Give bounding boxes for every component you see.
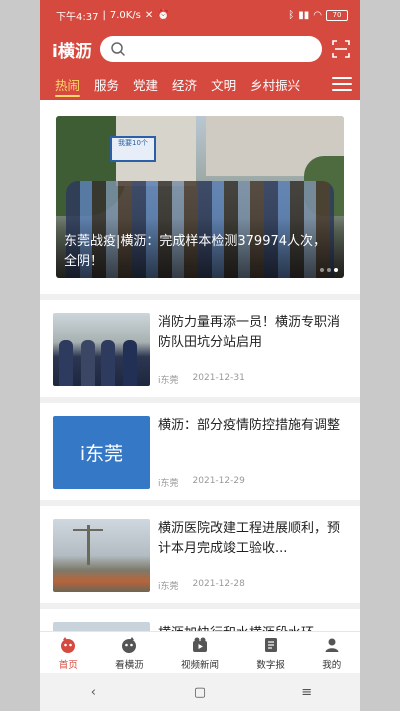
bluetooth-icon: ᛒ	[288, 9, 295, 21]
mute-icon: ✕	[144, 9, 154, 21]
news-source: i东莞	[158, 479, 179, 489]
nav-label: 看横沥	[115, 659, 144, 671]
news-source: i东莞	[158, 582, 179, 592]
news-item[interactable]: 消防力量再添一员！横沥专职消防队田坑分站启用 i东莞 2021-12-31	[40, 300, 360, 397]
back-icon[interactable]: ‹	[73, 685, 113, 700]
nav-label: 首页	[58, 659, 78, 671]
i-dongguan-logo: i东莞	[79, 443, 124, 465]
news-source: i东莞	[158, 376, 179, 386]
news-title: 横沥：部分疫情防控措施有调整	[158, 418, 341, 433]
menu-icon[interactable]	[332, 74, 352, 94]
status-time: 下午4:37	[56, 11, 99, 23]
nav-video-news[interactable]: 视频新闻	[181, 636, 219, 671]
scan-button[interactable]	[330, 38, 352, 60]
nav-watch-hengli[interactable]: 看横沥	[115, 636, 144, 671]
app-screen: 下午4:37 | 7.0K/s ✕ ⏰ ᛒ ▮▮ ◠ 70 i横沥 热闹 服务 …	[40, 0, 360, 711]
signal-icon: ▮▮	[298, 9, 310, 21]
app-logo: i横沥	[52, 41, 92, 62]
alarm-icon: ⏰	[157, 9, 170, 21]
nav-profile[interactable]: 我的	[322, 636, 341, 671]
news-item[interactable]: 横沥医院改建工程进展顺利，预计本月完成竣工验收... i东莞 2021-12-2…	[40, 506, 360, 603]
home-icon	[61, 636, 76, 653]
status-speed: 7.0K/s	[109, 9, 141, 21]
news-feed: 我要10个 东莞战疫|横沥：完成样本检测379974人次，全阴！ 消防力量再添一	[40, 100, 360, 631]
news-title: 消防力量再添一员！横沥专职消防队田坑分站启用	[158, 315, 341, 350]
video-icon	[192, 637, 207, 652]
tab-civilization[interactable]: 文明	[204, 68, 243, 100]
profile-icon	[325, 638, 339, 652]
nav-digital-paper[interactable]: 数字报	[256, 636, 285, 671]
carousel-indicator	[320, 268, 338, 272]
app-header: i横沥	[40, 30, 360, 68]
recents-icon[interactable]: ≡	[287, 685, 327, 700]
home-button-icon[interactable]: ▢	[180, 685, 220, 700]
status-bar: 下午4:37 | 7.0K/s ✕ ⏰ ᛒ ▮▮ ◠ 70	[40, 0, 360, 30]
banner-carousel[interactable]: 我要10个 东莞战疫|横沥：完成样本检测379974人次，全阴！	[56, 116, 344, 278]
banner-caption: 东莞战疫|横沥：完成样本检测379974人次，全阴！	[64, 234, 327, 269]
newspaper-icon	[264, 637, 277, 652]
news-thumbnail: i东莞	[53, 416, 150, 489]
nav-label: 我的	[322, 659, 342, 671]
battery-icon: 70	[326, 9, 348, 21]
news-item[interactable]: 横沥加快行和水横沥段水环	[40, 609, 360, 631]
tab-hot[interactable]: 热闹	[48, 68, 87, 100]
bottom-nav: 首页 看横沥 视频新闻 数字报 我的	[40, 631, 360, 674]
tab-economy[interactable]: 经济	[165, 68, 204, 100]
system-navigation-bar: ‹ ▢ ≡	[40, 673, 360, 711]
search-input[interactable]	[99, 36, 322, 62]
news-date: 2021-12-28	[192, 579, 245, 589]
nav-label: 视频新闻	[180, 659, 219, 671]
banner-sign: 我要10个	[110, 136, 156, 162]
search-icon	[111, 42, 125, 56]
tab-rural-revitalization[interactable]: 乡村振兴	[243, 68, 307, 100]
tab-party-building[interactable]: 党建	[126, 68, 165, 100]
nav-home[interactable]: 首页	[59, 636, 78, 671]
tab-service[interactable]: 服务	[87, 68, 126, 100]
news-thumbnail	[53, 519, 150, 592]
news-thumbnail	[53, 313, 150, 386]
news-thumbnail	[53, 622, 150, 631]
news-item[interactable]: i东莞 横沥：部分疫情防控措施有调整 i东莞 2021-12-29	[40, 403, 360, 500]
wifi-icon: ◠	[313, 9, 322, 21]
scan-icon	[332, 40, 350, 58]
news-title: 横沥加快行和水横沥段水环	[158, 622, 348, 631]
watch-icon	[122, 636, 137, 653]
news-date: 2021-12-29	[192, 476, 245, 486]
news-title: 横沥医院改建工程进展顺利，预计本月完成竣工验收...	[158, 521, 341, 556]
nav-label: 数字报	[256, 659, 285, 671]
news-date: 2021-12-31	[192, 373, 245, 383]
category-tabs: 热闹 服务 党建 经济 文明 乡村振兴	[40, 68, 360, 100]
